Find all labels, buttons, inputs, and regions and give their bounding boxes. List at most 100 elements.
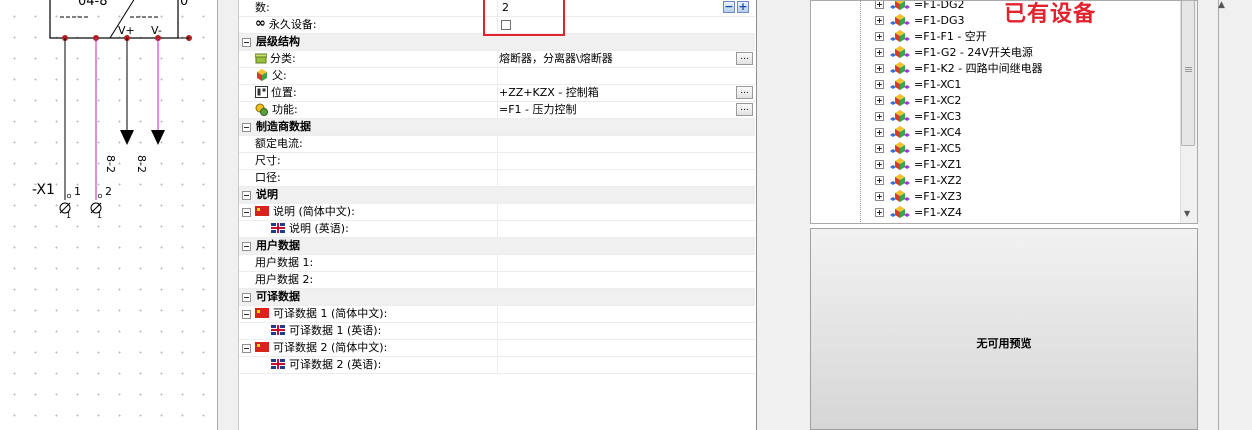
prop-row-translatable-1-en[interactable]: 可译数据 1 (英语): [239,323,755,340]
category-icon [255,53,267,63]
prop-label-wrap: 可译数据 1 (英语): [271,323,381,339]
section-title: 说明 [256,188,278,201]
terminal-name: -X1 [32,182,55,198]
prop-row-description-zh[interactable]: 说明 (简体中文): [239,204,755,221]
left-splitter[interactable] [217,0,239,430]
collapse-icon[interactable] [242,208,251,217]
increment-button[interactable]: + [737,1,749,13]
section-user-data[interactable]: 用户数据 [239,238,755,255]
prop-row-user-data-1[interactable]: 用户数据 1: [239,255,755,272]
expand-icon[interactable] [875,64,884,73]
pin-plus-label: V+ [118,24,135,37]
prop-label-wrap: 功能: [255,102,298,118]
tree-item-label: =F1-G2 - 24V开关电源 [914,46,1033,59]
prop-row-translatable-2-en[interactable]: 可译数据 2 (英语): [239,357,755,374]
device-cubes-icon [890,30,910,42]
expand-icon[interactable] [875,48,884,57]
device-cubes-icon [890,110,910,122]
block-label: 04-8 [78,0,108,9]
prop-label: 数: [255,1,270,14]
prop-row-rated-current[interactable]: 额定电流: [239,136,755,153]
device-tree[interactable]: =F1-DG2 =F1-DG3 =F1-F1 - 空开 =F1-G2 - 24V开关电… [810,0,1198,224]
china-flag-icon [255,308,269,318]
wire-label: 8-2 [104,155,117,173]
tree-item-label: =F1-XZ4 [914,206,963,219]
tree-item-label: =F1-XC4 [914,126,962,139]
tree-item-label: =F1-K2 - 四路中间继电器 [914,62,1043,75]
collapse-icon[interactable] [242,310,251,319]
schematic-canvas[interactable]: 04-8 0 V+ V- 8-2 8-2 -X1 1 2 1 1 [0,0,217,430]
collapse-icon[interactable] [242,191,251,200]
prop-label-wrap: 可译数据 2 (英语): [271,357,381,373]
arrow-down-icon [151,130,165,145]
expand-icon[interactable] [875,112,884,121]
block-corner-label: 0 [180,0,189,9]
category-browse-button[interactable]: ... [736,52,753,65]
expand-icon[interactable] [875,208,884,217]
section-manufacturer[interactable]: 制造商数据 [239,119,755,136]
expand-icon[interactable] [875,32,884,41]
expand-icon[interactable] [875,144,884,153]
prop-label: 可译数据 1 (英语): [289,324,382,337]
uk-flag-icon [271,359,285,369]
prop-label: 说明 (简体中文): [273,205,355,218]
pin-minus-label: V- [151,24,162,37]
category-value: 熔断器，分离器\熔断器 [499,52,613,65]
location-browse-button[interactable]: ... [736,86,753,99]
terminal-pin-label: 1 [74,185,81,198]
prop-row-function[interactable]: 功能: =F1 - 压力控制 ... [239,102,755,119]
section-hierarchy[interactable]: 层级结构 [239,34,755,51]
expand-icon[interactable] [875,192,884,201]
expand-icon[interactable] [875,160,884,169]
collapse-icon[interactable] [242,344,251,353]
prop-row-caliber[interactable]: 口径: [239,170,755,187]
expand-icon[interactable] [875,176,884,185]
prop-row-translatable-2-zh[interactable]: 可译数据 2 (简体中文): [239,340,755,357]
prop-row-parent[interactable]: 父: [239,68,755,85]
section-title: 层级结构 [256,35,300,48]
prop-label-wrap: 可译数据 1 (简体中文): [255,306,387,322]
china-flag-icon [255,342,269,352]
decrement-button[interactable]: − [723,1,735,13]
scroll-up-icon[interactable]: ▲ [1218,0,1225,10]
prop-label-wrap: 说明 (英语): [271,221,349,237]
expand-icon[interactable] [875,128,884,137]
china-flag-icon [255,206,269,216]
wire-label: 8-2 [135,155,148,173]
collapse-icon[interactable] [242,293,251,302]
expand-icon[interactable] [875,16,884,25]
collapse-icon[interactable] [242,123,251,132]
tree-item-label: =F1-XZ3 [914,190,963,203]
scroll-down-icon[interactable]: ▼ [1184,209,1190,218]
uk-flag-icon [271,223,285,233]
prop-row-size[interactable]: 尺寸: [239,153,755,170]
device-cubes-icon [890,206,910,218]
section-translatable[interactable]: 可译数据 [239,289,755,306]
expand-icon[interactable] [875,1,884,9]
prop-row-description-en[interactable]: 说明 (英语): [239,221,755,238]
prop-label-wrap: 说明 (简体中文): [255,204,355,220]
expand-icon[interactable] [875,80,884,89]
section-title: 用户数据 [256,239,300,252]
tree-scroll-thumb[interactable] [1181,0,1195,146]
section-description[interactable]: 说明 [239,187,755,204]
expand-icon[interactable] [875,96,884,105]
highlight-box [483,0,565,36]
collapse-icon[interactable] [242,242,251,251]
prop-row-location[interactable]: 位置: +ZZ+KZX - 控制箱 ... [239,85,755,102]
prop-row-user-data-2[interactable]: 用户数据 2: [239,272,755,289]
tree-item-label: =F1-XC5 [914,142,962,155]
schematic-drawing [49,0,192,214]
arrow-down-icon [120,130,134,145]
prop-label: 口径: [255,171,281,184]
device-cubes-icon [890,126,910,138]
annotation-text: 已有设备 [1004,2,1097,27]
collapse-icon[interactable] [242,38,251,47]
device-cubes-icon [890,62,910,74]
location-icon [255,86,268,98]
prop-row-category[interactable]: 分类: 熔断器，分离器\熔断器 ... [239,51,755,68]
prop-label-wrap: 父: [255,68,287,84]
function-browse-button[interactable]: ... [736,103,753,116]
prop-row-translatable-1-zh[interactable]: 可译数据 1 (简体中文): [239,306,755,323]
prop-label: 功能: [272,103,298,116]
